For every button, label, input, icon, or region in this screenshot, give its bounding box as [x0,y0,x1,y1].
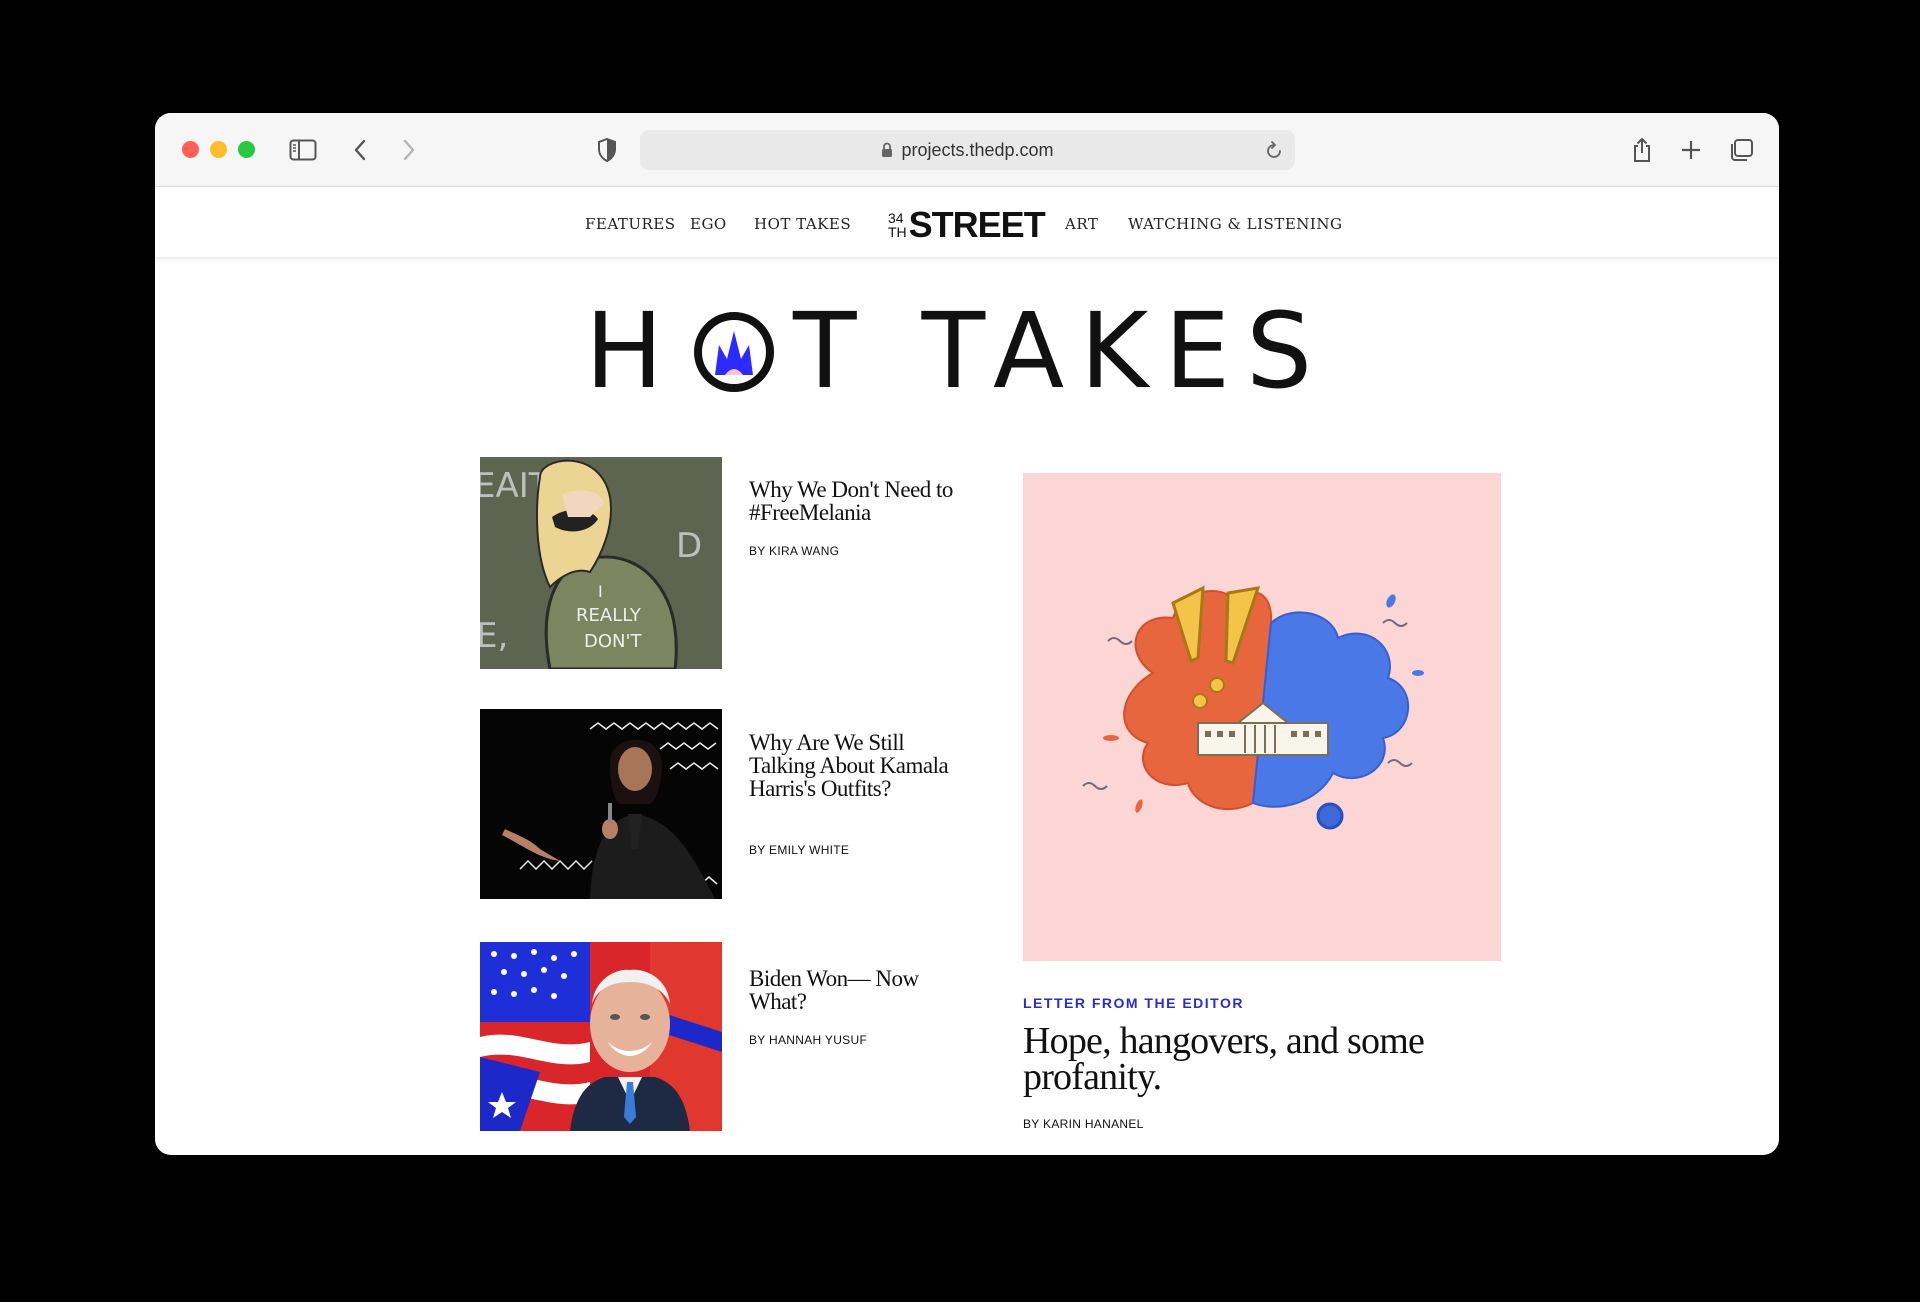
nav-item-hot-takes[interactable]: HOT TAKES [754,215,851,233]
svg-text:DON'T: DON'T [584,631,642,652]
share-icon[interactable] [1627,135,1657,165]
forward-arrow-icon[interactable] [394,135,424,165]
feature-kicker[interactable]: LETTER FROM THE EDITOR [1023,995,1244,1011]
nav-item-features[interactable]: FEATURES [585,215,676,233]
hero-title-right: T TAKES [793,290,1329,412]
site-logo[interactable]: 34 TH STREET [888,204,1046,245]
logo-number-top: 34 [888,210,904,226]
feature-title[interactable]: Hope, hangovers, and some profanity. [1023,1022,1483,1096]
feature-illustration[interactable] [1023,473,1501,961]
new-tab-plus-icon[interactable] [1676,135,1706,165]
article-title-biden[interactable]: Biden Won— Now What? [749,967,969,1013]
svg-text:E,: E, [480,616,508,656]
nav-item-art[interactable]: ART [1065,215,1098,233]
tab-overview-icon[interactable] [1726,135,1756,165]
page-hero: H T TAKES [155,291,1779,411]
article-byline-kamala: BY EMILY WHITE [749,843,850,857]
article-thumbnail-biden[interactable] [480,942,722,1131]
privacy-shield-icon[interactable] [592,135,622,165]
flame-o-icon [694,312,774,392]
logo-number-bottom: TH [888,224,907,240]
nav-item-watching-listening[interactable]: WATCHING & LISTENING [1128,215,1342,233]
feature-byline: BY KARIN HANANEL [1023,1117,1144,1131]
article-thumbnail-melania[interactable]: EAITY E, D I REALLY DON'T [480,457,722,669]
back-arrow-icon[interactable] [345,135,375,165]
browser-window: projects.thedp.com FEATURES EGO HOT TAKE… [155,113,1779,1155]
article-title-kamala[interactable]: Why Are We Still Talking About Kamala Ha… [749,731,969,800]
reload-icon[interactable] [1265,140,1283,165]
svg-text:I: I [598,582,603,601]
article-byline-melania: BY KIRA WANG [749,544,840,558]
sidebar-toggle-icon[interactable] [288,135,318,165]
close-window-button[interactable] [182,141,199,158]
svg-text:D: D [676,526,702,566]
address-bar[interactable]: projects.thedp.com [640,130,1295,170]
minimize-window-button[interactable] [210,141,227,158]
kamala-photo-icon [480,709,722,899]
thought-cloud-white-house-icon [1023,473,1501,961]
logo-number: 34 TH [888,211,907,239]
article-title-melania[interactable]: Why We Don't Need to #FreeMelania [749,478,969,524]
article-thumbnail-kamala[interactable] [480,709,722,899]
hero-title-left: H [585,290,680,412]
site-navigation: FEATURES EGO HOT TAKES 34 TH STREET ART … [155,187,1779,257]
nav-item-ego[interactable]: EGO [690,215,727,233]
article-byline-biden: BY HANNAH YUSUF [749,1033,868,1047]
lock-icon [881,142,893,158]
browser-toolbar: projects.thedp.com [155,113,1779,187]
svg-text:REALLY: REALLY [576,605,642,626]
url-text: projects.thedp.com [901,139,1054,160]
logo-word: STREET [908,204,1046,245]
zoom-window-button[interactable] [238,141,255,158]
melania-illustration-icon: EAITY E, D I REALLY DON'T [480,457,722,669]
biden-photo-icon [480,942,722,1131]
